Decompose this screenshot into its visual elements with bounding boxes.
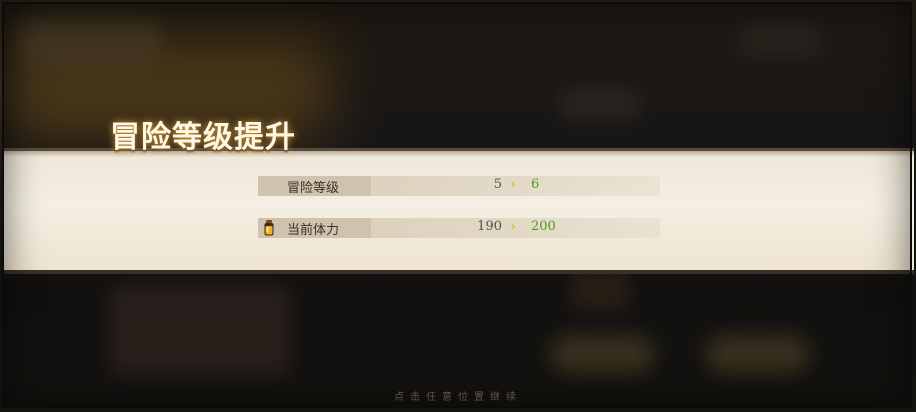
- stat-new-value: 200: [531, 219, 556, 234]
- stat-new-value: 6: [531, 177, 540, 192]
- stat-label: 当前体力: [287, 223, 340, 238]
- stat-label: 冒险等级: [287, 181, 340, 196]
- level-up-panel: [2, 148, 914, 274]
- stat-old-value: 5: [493, 177, 502, 192]
- stat-row-stamina: 当前体力 190 › 200: [258, 217, 660, 238]
- stamina-potion-icon: [264, 220, 274, 236]
- dialog-title: 冒险等级提升: [110, 120, 296, 155]
- chevron-right-icon: ›: [510, 175, 516, 193]
- chevron-right-icon: ›: [510, 217, 516, 235]
- stat-old-value: 190: [477, 219, 502, 234]
- tap-to-continue-hint[interactable]: 点击任意位置继续: [0, 388, 916, 403]
- stat-row-adventure-rank: 冒险等级 5 › 6: [258, 175, 660, 196]
